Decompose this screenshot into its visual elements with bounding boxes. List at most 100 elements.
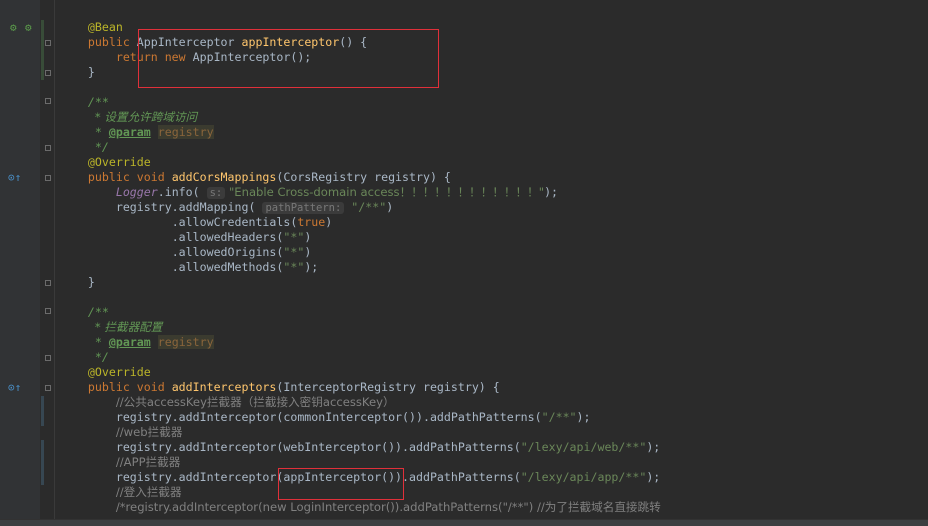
code-line[interactable]: //登入拦截器 — [60, 485, 182, 500]
code-token: //web拦截器 — [115, 425, 183, 439]
code-line[interactable]: @Override — [60, 155, 151, 170]
code-token: } — [87, 65, 95, 79]
code-token: registry.addInterceptor(webInterceptor()… — [115, 440, 521, 454]
code-token: ) — [304, 230, 312, 244]
code-token: ); — [544, 185, 559, 199]
override-up-icon[interactable]: ⊙↑ — [8, 172, 21, 183]
code-token: true — [297, 215, 326, 229]
code-token: public void — [87, 170, 172, 184]
fold-toggle-icon[interactable] — [45, 355, 51, 361]
fold-toggle-icon[interactable] — [45, 308, 51, 314]
code-token: /*registry.addInterceptor(new LoginInter… — [115, 500, 661, 514]
code-line[interactable]: public void addInterceptors(InterceptorR… — [60, 380, 500, 395]
code-line[interactable]: registry.addInterceptor(webInterceptor()… — [60, 440, 660, 455]
fold-toggle-icon[interactable] — [45, 385, 51, 391]
code-token: "/lexy/api/app/**" — [520, 470, 647, 484]
code-line[interactable]: */ — [60, 140, 109, 155]
code-line[interactable]: //web拦截器 — [60, 425, 183, 440]
code-token: /** — [87, 305, 109, 319]
code-token: //APP拦截器 — [115, 455, 181, 469]
fold-toggle-icon[interactable] — [45, 175, 51, 181]
override-up-icon[interactable]: ⊙↑ — [8, 382, 21, 393]
code-token: addCorsMappings — [171, 170, 277, 184]
code-line[interactable]: .allowedHeaders("*") — [60, 230, 312, 245]
code-token: ); — [304, 260, 319, 274]
bean-icon[interactable]: ⚙ — [10, 22, 17, 33]
code-token: registry.addInterceptor(commonIntercepto… — [115, 410, 542, 424]
fold-toggle-icon[interactable] — [45, 145, 51, 151]
change-marker — [41, 440, 44, 485]
fold-toggle-icon[interactable] — [45, 70, 51, 76]
code-token: */ — [94, 350, 109, 364]
code-line[interactable]: * 拦截器配置 — [60, 320, 162, 335]
code-token: "*" — [283, 260, 305, 274]
code-line[interactable]: public void addCorsMappings(CorsRegistry… — [60, 170, 451, 185]
code-line[interactable]: Logger.info( s: "Enable Cross-domain acc… — [60, 185, 558, 200]
code-token: } — [87, 275, 95, 289]
code-token: "Enable Cross-domain access！！！！！！！！！！！！" — [225, 185, 545, 199]
code-line[interactable]: * 设置允许跨域访问 — [60, 110, 197, 125]
code-line[interactable]: registry.addInterceptor(commonIntercepto… — [60, 410, 591, 425]
code-line[interactable]: return new AppInterceptor(); — [60, 50, 311, 65]
bean-icon[interactable]: ⚙ — [25, 22, 32, 33]
code-token: return new — [115, 50, 193, 64]
code-line[interactable]: /** — [60, 305, 109, 320]
code-line[interactable]: * @param registry — [60, 335, 214, 350]
code-line[interactable]: .allowedOrigins("*") — [60, 245, 312, 260]
code-line[interactable]: } — [60, 65, 95, 80]
code-token: ); — [576, 410, 591, 424]
change-marker — [41, 20, 44, 80]
code-line[interactable]: * @param registry — [60, 125, 214, 140]
code-token: addInterceptors — [171, 380, 277, 394]
parameter-hint: pathPattern: — [262, 202, 345, 214]
code-token: () { — [339, 35, 368, 49]
code-token: * — [94, 335, 109, 349]
code-token: * 拦截器配置 — [94, 320, 163, 334]
code-token: ); — [646, 440, 661, 454]
code-line[interactable]: @Bean — [60, 20, 123, 35]
code-token: .allowedHeaders( — [171, 230, 284, 244]
code-line[interactable]: public AppInterceptor appInterceptor() { — [60, 35, 367, 50]
code-token: registry — [157, 125, 214, 139]
code-token: @Override — [87, 155, 151, 169]
code-line[interactable]: //公共accessKey拦截器（拦截接入密钥accessKey） — [60, 395, 395, 410]
code-token: appInterceptor — [241, 35, 340, 49]
code-line[interactable]: } — [60, 275, 95, 290]
fold-toggle-icon[interactable] — [45, 98, 51, 104]
code-line[interactable]: */ — [60, 350, 109, 365]
code-line[interactable]: .allowCredentials(true) — [60, 215, 333, 230]
code-token: @Bean — [87, 20, 123, 34]
code-token: public void — [87, 380, 172, 394]
code-line[interactable]: /*registry.addInterceptor(new LoginInter… — [60, 500, 661, 515]
code-line[interactable]: .allowedMethods("*"); — [60, 260, 319, 275]
code-line[interactable]: /** — [60, 95, 109, 110]
code-line[interactable]: @Override — [60, 365, 151, 380]
code-line[interactable]: //APP拦截器 — [60, 455, 181, 470]
fold-toggle-icon[interactable] — [45, 40, 51, 46]
code-token: AppInterceptor(); — [192, 50, 312, 64]
code-token: * 设置允许跨域访问 — [94, 110, 198, 124]
code-line[interactable]: registry.addInterceptor(appInterceptor()… — [60, 470, 660, 485]
code-line[interactable]: registry.addMapping( pathPattern: "/**") — [60, 200, 393, 215]
fold-toggle-icon[interactable] — [45, 280, 51, 286]
code-token: @param — [108, 125, 151, 139]
